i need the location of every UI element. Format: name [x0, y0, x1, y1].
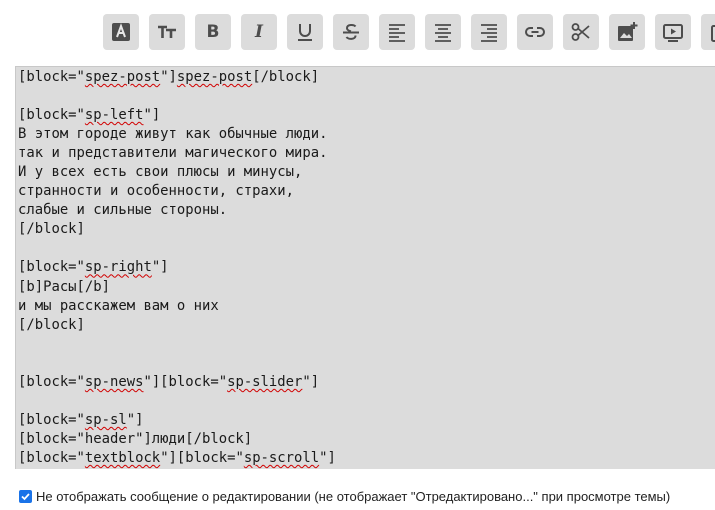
underline-button[interactable] — [287, 14, 323, 50]
editor-line: [/block] — [18, 221, 85, 238]
edit-notice-option: Не отображать сообщение о редактировании… — [19, 486, 715, 506]
misspelled-word: textblock — [84, 449, 161, 466]
hide-edit-notice-label: Не отображать сообщение о редактировании… — [36, 488, 671, 504]
align-center-icon — [432, 21, 454, 43]
underline-icon — [294, 21, 316, 43]
scissors-icon — [570, 21, 592, 43]
hide-edit-notice-checkbox[interactable] — [19, 489, 32, 503]
editor-content[interactable]: [block="spez-post"]spez-post[/block] [bl… — [18, 68, 336, 468]
editor-line: и мы расскажем вам о них — [18, 297, 219, 314]
add-image-icon — [616, 21, 638, 43]
editor-line: [block="sp-left"] — [18, 107, 161, 124]
font-size-button[interactable] — [149, 14, 185, 50]
insert-image-button[interactable] — [609, 14, 645, 50]
editor-line: В этом городе живут как обычные люди. — [18, 126, 328, 143]
editor-line: [/block] — [18, 316, 85, 333]
editor-line: [block="spez-post"]spez-post[/block] — [18, 69, 320, 85]
font-color-button[interactable] — [103, 14, 139, 50]
editor-line: [block="textblock"][block="sp-scroll"] — [18, 449, 336, 466]
editor-line: [block="sp-news"][block="sp-slider"] — [18, 373, 320, 390]
align-right-button[interactable] — [471, 14, 507, 50]
misspelled-word: sp-left — [84, 107, 144, 124]
editor-line: так и представители магического мира. — [18, 145, 328, 162]
misspelled-word: sp-news — [84, 373, 144, 390]
editor-line: И у всех есть свои плюсы и минусы, — [18, 164, 303, 181]
font-color-icon — [110, 21, 132, 43]
text-editor[interactable]: [block="spez-post"]spez-post[/block] [bl… — [15, 66, 715, 469]
editor-line: слабые и сильные стороны. — [18, 202, 228, 219]
insert-video-button[interactable] — [655, 14, 691, 50]
editor-toolbar: B I — [0, 0, 715, 66]
italic-icon: I — [255, 21, 263, 42]
editor-line: [block="header"]люди[/block] — [18, 430, 253, 447]
bold-button[interactable]: B — [195, 14, 231, 50]
strikethrough-button[interactable] — [333, 14, 369, 50]
editor-line: [b]Расы[/b] — [18, 278, 110, 295]
misspelled-word: sp-slider — [227, 373, 303, 390]
align-right-icon — [478, 21, 500, 43]
link-button[interactable] — [517, 14, 553, 50]
align-left-icon — [386, 21, 408, 43]
misspelled-word: sp-scroll — [243, 449, 320, 466]
cut-button[interactable] — [563, 14, 599, 50]
clipboard-icon — [708, 21, 715, 43]
video-icon — [662, 21, 684, 43]
align-center-button[interactable] — [425, 14, 461, 50]
strikethrough-icon — [340, 21, 362, 43]
editor-line: [block="sp-right"] — [18, 259, 169, 276]
font-size-icon — [156, 21, 178, 43]
editor-line: [block="sp-sl"] — [18, 411, 144, 428]
italic-button[interactable]: I — [241, 14, 277, 50]
bold-icon: B — [206, 21, 220, 42]
editor-line: странности и особенности, страхи, — [18, 183, 294, 200]
misspelled-word: sp-right — [84, 259, 152, 276]
misspelled-word: sp-sl — [84, 411, 127, 428]
align-left-button[interactable] — [379, 14, 415, 50]
checkmark-icon — [21, 492, 30, 500]
more-button[interactable] — [701, 14, 715, 50]
misspelled-word: spez-post — [84, 69, 161, 85]
link-icon — [524, 21, 546, 43]
misspelled-word: spez-post — [176, 69, 253, 85]
